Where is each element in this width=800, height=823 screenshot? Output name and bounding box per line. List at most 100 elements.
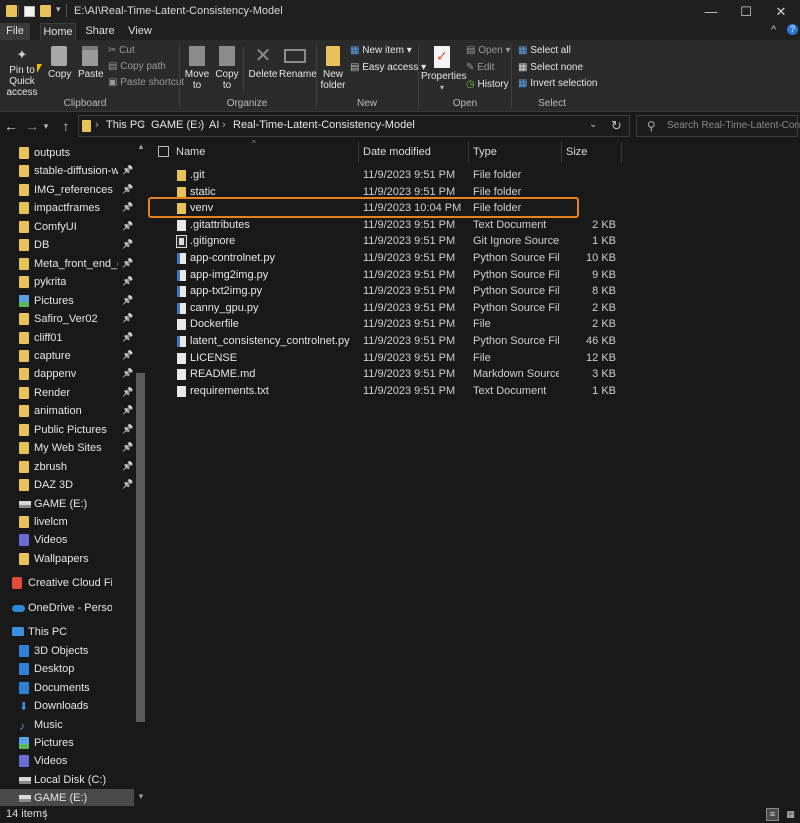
pin-icon[interactable]: 📌 — [122, 405, 133, 416]
file-row[interactable]: latent_consistency_controlnet.py 11/9/202… — [146, 334, 616, 350]
sidebar-item-quick-18[interactable]: DAZ 3D 📌 — [0, 476, 134, 494]
paste-button[interactable]: Paste — [78, 46, 104, 80]
pin-icon[interactable]: 📌 — [122, 368, 133, 379]
column-header-date-modified[interactable]: Date modified — [363, 146, 431, 158]
sidebar-item-quick-8[interactable]: Pictures 📌 — [0, 292, 134, 310]
easy-access-button[interactable]: ▤ Easy access ▾ — [350, 62, 426, 73]
tab-file[interactable]: File — [0, 23, 30, 40]
new-folder-quick-icon[interactable] — [40, 5, 51, 17]
breadcrumb-this-pc[interactable]: This PC — [106, 119, 145, 131]
details-view-icon[interactable]: ≡ — [766, 808, 779, 821]
pin-icon[interactable]: 📌 — [122, 350, 133, 361]
file-row[interactable]: app-img2img.py 11/9/2023 9:51 PM Python So… — [146, 268, 616, 284]
sidebar-item-pc-7[interactable]: Local Disk (C:) — [0, 771, 134, 789]
sidebar-item-quick-5[interactable]: DB 📌 — [0, 236, 134, 254]
pin-icon[interactable]: 📌 — [122, 313, 133, 324]
column-separator[interactable] — [358, 142, 359, 163]
sidebar-item-onedrive[interactable]: OneDrive - Personal — [0, 599, 134, 617]
pin-to-quick-access-button[interactable]: ✦ Pin to Quick access — [0, 48, 44, 99]
paste-shortcut-button[interactable]: ▣ Paste shortcut — [108, 77, 184, 88]
sidebar-item-quick-14[interactable]: animation 📌 — [0, 402, 134, 420]
sidebar-item-pc-3[interactable]: ⬇ Downloads — [0, 697, 134, 715]
copy-to-button[interactable]: Copy to — [214, 46, 240, 91]
tab-home[interactable]: Home — [40, 23, 76, 40]
address-history-chevron-icon[interactable]: ⌄ — [589, 119, 597, 130]
breadcrumb-ai[interactable]: AI — [209, 119, 219, 131]
sidebar-item-quick-16[interactable]: My Web Sites 📌 — [0, 439, 134, 457]
scroll-up-icon[interactable]: ▲ — [137, 142, 145, 151]
pin-icon[interactable]: 📌 — [122, 479, 133, 490]
breadcrumb-separator-icon[interactable]: › — [95, 119, 99, 131]
select-none-button[interactable]: ▦ Select none — [518, 62, 583, 73]
sidebar-item-quick-21[interactable]: Videos — [0, 531, 134, 549]
help-icon[interactable]: ? — [787, 24, 798, 35]
pin-icon[interactable]: 📌 — [122, 221, 133, 232]
sidebar-item-quick-6[interactable]: Meta_front_end_dev 📌 — [0, 255, 134, 273]
sidebar-item-quick-4[interactable]: ComfyUI 📌 — [0, 218, 134, 236]
sidebar-item-quick-1[interactable]: stable-diffusion-webu 📌 — [0, 162, 134, 180]
copy-button[interactable]: Copy — [48, 46, 71, 80]
sidebar-item-creative-cloud[interactable]: Creative Cloud Files — [0, 574, 134, 592]
search-box[interactable]: ⚲ Search Real-Time-Latent-Con... — [636, 115, 800, 137]
pin-icon[interactable]: 📌 — [122, 387, 133, 398]
pin-icon[interactable]: 📌 — [122, 424, 133, 435]
select-all-button[interactable]: ▦ Select all — [518, 45, 571, 56]
sidebar-item-pc-8[interactable]: GAME (E:) — [0, 789, 134, 806]
column-header-type[interactable]: Type — [473, 146, 497, 158]
file-row[interactable]: canny_gpu.py 11/9/2023 9:51 PM Python Sour… — [146, 301, 616, 317]
sidebar-item-quick-9[interactable]: Safiro_Ver02 📌 — [0, 310, 134, 328]
sidebar-item-pc-5[interactable]: Pictures — [0, 734, 134, 752]
sidebar-item-quick-17[interactable]: zbrush 📌 — [0, 458, 134, 476]
history-button[interactable]: ◷ History — [466, 79, 509, 90]
file-row[interactable]: Dockerfile 11/9/2023 9:51 PM File 2 KB — [146, 317, 616, 333]
scroll-down-icon[interactable]: ▼ — [137, 792, 145, 801]
properties-quick-icon[interactable] — [24, 6, 35, 17]
tab-share[interactable]: Share — [84, 23, 116, 40]
move-to-button[interactable]: Move to — [184, 46, 210, 91]
file-row[interactable]: LICENSE 11/9/2023 9:51 PM File 12 KB — [146, 351, 616, 367]
column-header-size[interactable]: Size — [566, 146, 587, 158]
file-row[interactable]: README.md 11/9/2023 9:51 PM Markdown Sourc… — [146, 367, 616, 383]
file-row[interactable]: app-txt2img.py 11/9/2023 9:51 PM Python So… — [146, 284, 616, 300]
maximize-button[interactable]: ☐ — [731, 3, 761, 21]
sidebar-item-this-pc[interactable]: This PC — [0, 623, 134, 641]
address-bar[interactable]: › This PC › GAME (E:) › AI › Real-Time-L… — [78, 115, 630, 137]
rename-button[interactable]: Rename — [279, 46, 317, 80]
breadcrumb-game-drive[interactable]: GAME (E:) — [151, 119, 204, 131]
search-input[interactable]: Search Real-Time-Latent-Con... — [667, 120, 800, 131]
file-row[interactable]: requirements.txt 11/9/2023 9:51 PM Text Do… — [146, 384, 616, 400]
column-separator[interactable] — [621, 142, 622, 163]
pin-icon[interactable]: 📌 — [122, 295, 133, 306]
sidebar-item-pc-6[interactable]: Videos — [0, 752, 134, 770]
pin-icon[interactable]: 📌 — [122, 165, 133, 176]
pin-icon[interactable]: 📌 — [122, 332, 133, 343]
pin-icon[interactable]: 📌 — [122, 202, 133, 213]
pin-icon[interactable]: 📌 — [122, 184, 133, 195]
column-separator[interactable] — [468, 142, 469, 163]
breadcrumb-separator-icon[interactable]: › — [198, 119, 202, 131]
sidebar-item-quick-12[interactable]: dappenv 📌 — [0, 365, 134, 383]
breadcrumb-current-folder[interactable]: Real-Time-Latent-Consistency-Model — [233, 119, 415, 131]
sidebar-item-quick-22[interactable]: Wallpapers — [0, 550, 134, 568]
file-row[interactable]: .git 11/9/2023 9:51 PM File folder — [146, 168, 616, 184]
sidebar-item-pc-4[interactable]: ♪ Music — [0, 716, 134, 734]
breadcrumb-separator-icon[interactable]: › — [222, 119, 226, 131]
refresh-icon[interactable]: ↻ — [611, 118, 622, 134]
sidebar-item-quick-7[interactable]: pykrita 📌 — [0, 273, 134, 291]
pin-icon[interactable]: 📌 — [122, 276, 133, 287]
sidebar-item-quick-20[interactable]: livelcm — [0, 513, 134, 531]
minimize-button[interactable]: — — [696, 3, 726, 21]
close-button[interactable]: ✕ — [766, 3, 796, 21]
back-button[interactable]: ← — [1, 116, 21, 136]
sidebar-item-quick-15[interactable]: Public Pictures 📌 — [0, 421, 134, 439]
forward-button[interactable]: → — [22, 116, 42, 136]
sidebar-item-pc-1[interactable]: Desktop — [0, 660, 134, 678]
new-folder-button[interactable]: New folder — [320, 46, 346, 91]
select-all-checkbox[interactable] — [158, 146, 169, 157]
pin-icon[interactable]: 📌 — [122, 461, 133, 472]
pin-icon[interactable]: 📌 — [122, 258, 133, 269]
nav-scrollbar-thumb[interactable] — [136, 373, 145, 722]
new-item-button[interactable]: ▦ New item ▾ — [350, 45, 412, 56]
recent-locations-chevron-icon[interactable]: ▾ — [40, 116, 52, 136]
pin-icon[interactable]: 📌 — [122, 239, 133, 250]
